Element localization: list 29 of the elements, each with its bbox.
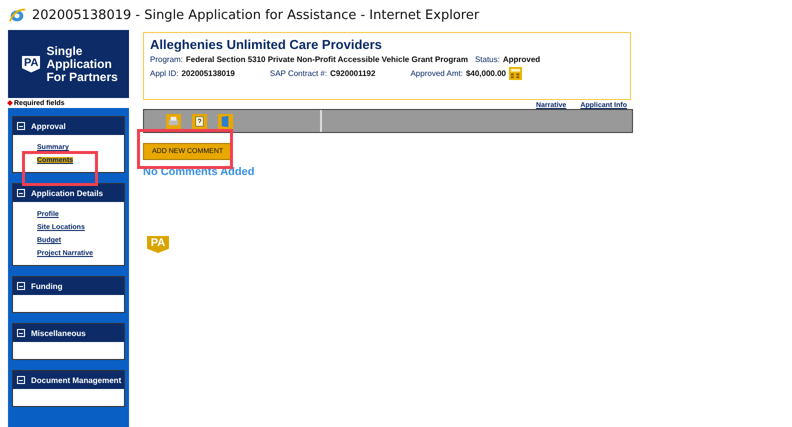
- appl-id-value: 202005138019: [181, 69, 235, 78]
- section-header[interactable]: Document Management: [13, 371, 124, 389]
- section-header[interactable]: Application Details: [13, 184, 124, 202]
- help-icon[interactable]: [192, 114, 207, 128]
- program-label: Program:: [150, 55, 183, 64]
- sap-value: C920001192: [330, 69, 376, 78]
- program-value: Federal Section 5310 Private Non-Profit Accessible Vehicle Grant Program: [186, 55, 468, 64]
- amount-value: $40,000.00: [466, 69, 506, 78]
- collapse-icon[interactable]: [17, 122, 25, 130]
- app-title: Single Application For Partners: [46, 44, 119, 84]
- collapse-icon[interactable]: [17, 282, 25, 290]
- status-value: Approved: [502, 55, 540, 64]
- keystone-logo: PA: [147, 236, 169, 253]
- sap-label: SAP Contract #:: [270, 69, 328, 78]
- collapse-icon[interactable]: [17, 189, 25, 197]
- calculator-icon[interactable]: [509, 67, 522, 80]
- section-header[interactable]: Funding: [13, 277, 124, 295]
- applicant-name: Alleghenies Unlimited Care Providers: [150, 37, 383, 52]
- collapse-icon[interactable]: [17, 329, 25, 337]
- section-header[interactable]: Miscellaneous: [13, 324, 124, 342]
- required-marker-icon: [7, 100, 13, 106]
- keystone-logo: PA: [22, 56, 40, 72]
- amount-label: Approved Amt:: [410, 69, 463, 78]
- browser-icon: [8, 6, 26, 24]
- appl-id-label: Appl ID:: [150, 69, 178, 78]
- window-title: 202005138019 - Single Application for Assistance - Internet Explorer: [32, 8, 480, 22]
- collapse-icon[interactable]: [17, 376, 25, 384]
- status-label: Status:: [474, 55, 500, 64]
- section-header[interactable]: Approval: [13, 117, 124, 135]
